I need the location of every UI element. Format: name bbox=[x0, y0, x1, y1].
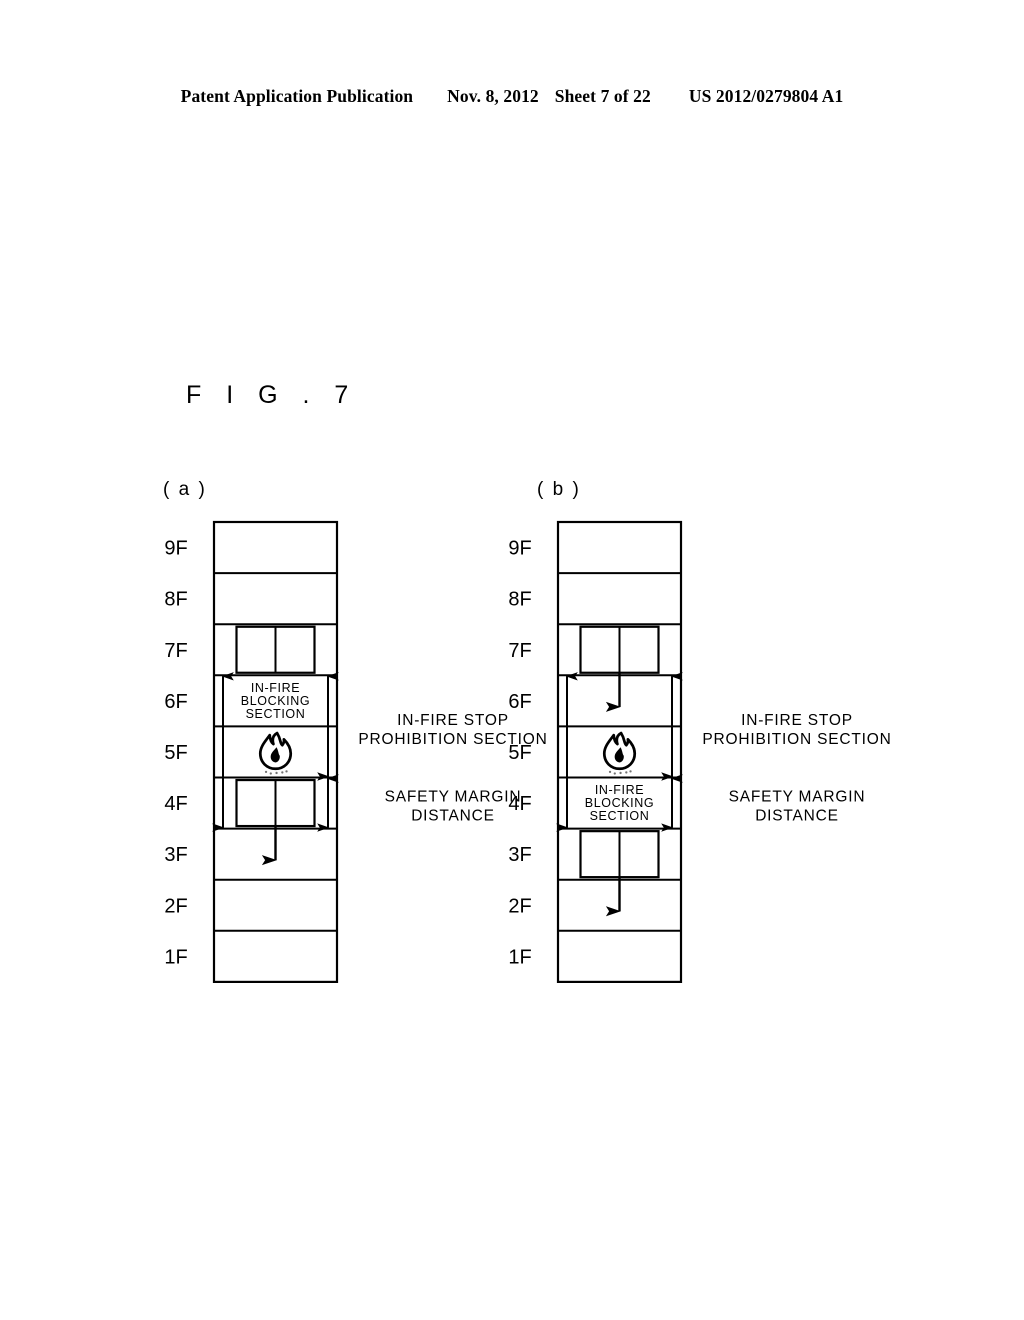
in-fire-stop-prohibition-section-text: IN-FIRE STOP PROHIBITION SECTION bbox=[702, 712, 891, 748]
floor-label-8f: 8F bbox=[508, 589, 531, 611]
in-fire-stop-prohibition-section-text-line: IN-FIRE STOP bbox=[741, 712, 853, 729]
in-fire-stop-prohibition-section-text-line: IN-FIRE STOP bbox=[397, 712, 509, 729]
floor-label-8f: 8F bbox=[164, 589, 187, 611]
floor-label-2f: 2F bbox=[164, 895, 187, 917]
blocking-section-line: BLOCKING bbox=[241, 694, 310, 708]
safety-margin-distance-text-line: DISTANCE bbox=[755, 808, 839, 825]
flame-spark bbox=[269, 772, 272, 775]
floor-label-9f: 9F bbox=[508, 538, 531, 560]
flame-spark bbox=[285, 770, 288, 773]
flame-spark bbox=[625, 771, 628, 774]
flame-spark bbox=[619, 771, 622, 775]
figure-canvas: 9F8F7F6F5F4F3F2F1FIN-FIREBLOCKINGSECTION… bbox=[164, 520, 891, 983]
floor-label-6f: 6F bbox=[508, 691, 531, 713]
elevator-car-4f bbox=[235, 778, 316, 866]
flame-icon bbox=[602, 731, 637, 775]
floor-label-2f: 2F bbox=[508, 895, 531, 917]
flame-inner bbox=[614, 747, 624, 763]
in-fire-blocking-section-label: IN-FIREBLOCKINGSECTION bbox=[585, 783, 654, 823]
floor-label-3f: 3F bbox=[164, 844, 187, 866]
floor-label-1f: 1F bbox=[164, 946, 187, 968]
blocking-section-line: BLOCKING bbox=[585, 796, 654, 810]
building-diagram-b: 9F 8F 7F 6F 5F 4F 3F 2F 1F IN-FIREBLOCKINGSECTION… bbox=[508, 520, 891, 983]
blocking-section-line: SECTION bbox=[246, 707, 306, 721]
building-diagram-a: 9F 8F 7F 6F 5F 4F 3F 2F 1F IN-FIREBLOCKINGSECTION… bbox=[164, 520, 547, 983]
figure-7-diagrams: 9F 8F 7F 6F 5F 4F 3F 2F 1F IN-FIRE BLOCKING SECTION… bbox=[0, 0, 1024, 1320]
floor-label-9f: 9F bbox=[164, 538, 187, 560]
floor-label-5f: 5F bbox=[164, 742, 187, 764]
floor-label-6f: 6F bbox=[164, 691, 187, 713]
blocking-section-line: IN-FIRE bbox=[251, 681, 300, 695]
flame-spark bbox=[613, 772, 616, 775]
flame-spark bbox=[608, 770, 612, 774]
elevator-car-7f bbox=[579, 625, 660, 712]
floor-label-1f: 1F bbox=[508, 946, 531, 968]
floor-label-7f: 7F bbox=[508, 640, 531, 662]
elevator-car-7f bbox=[235, 625, 316, 674]
safety-margin-distance-text: SAFETY MARGIN DISTANCE bbox=[385, 789, 522, 825]
safety-margin-distance-text: SAFETY MARGIN DISTANCE bbox=[729, 789, 866, 825]
floor-label-5f: 5F bbox=[508, 742, 531, 764]
in-fire-stop-prohibition-section-text-line: PROHIBITION SECTION bbox=[702, 731, 891, 748]
floor-label-7f: 7F bbox=[164, 640, 187, 662]
flame-spark bbox=[264, 770, 268, 774]
flame-spark bbox=[281, 771, 284, 774]
floor-label-4f: 4F bbox=[164, 793, 187, 815]
safety-margin-distance-text-line: SAFETY MARGIN bbox=[729, 789, 866, 806]
flame-inner bbox=[270, 747, 280, 763]
flame-icon bbox=[258, 731, 293, 775]
floor-label-4f: 4F bbox=[508, 793, 531, 815]
floor-label-3f: 3F bbox=[508, 844, 531, 866]
in-fire-blocking-section-label: IN-FIREBLOCKINGSECTION bbox=[241, 681, 310, 721]
flame-spark bbox=[275, 771, 278, 775]
elevator-car-3f bbox=[579, 830, 660, 917]
flame-spark bbox=[629, 770, 632, 773]
safety-margin-distance-text-line: DISTANCE bbox=[411, 808, 495, 825]
blocking-section-line: SECTION bbox=[590, 809, 650, 823]
safety-margin-distance-text-line: SAFETY MARGIN bbox=[385, 789, 522, 806]
blocking-section-line: IN-FIRE bbox=[595, 783, 644, 797]
